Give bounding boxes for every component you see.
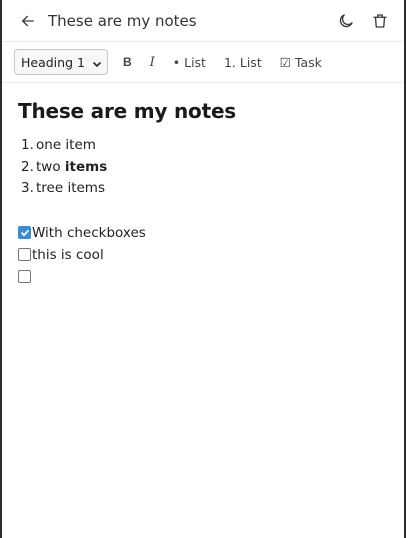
task-text[interactable]: this is cool — [32, 247, 104, 263]
block-type-select[interactable]: Heading 1 — [14, 49, 108, 75]
list-item-text: tree items — [36, 180, 105, 196]
bullet-list-button[interactable]: • List — [166, 49, 213, 75]
list-item-number: 2. — [21, 158, 34, 175]
task-checkbox[interactable] — [18, 270, 31, 283]
moon-icon — [339, 13, 353, 27]
task-list: With checkboxes this is cool — [18, 222, 388, 288]
task-checkbox[interactable] — [18, 248, 31, 261]
delete-button[interactable] — [366, 7, 394, 35]
list-item[interactable]: 2. two items — [18, 157, 388, 179]
arrow-left-icon — [22, 15, 34, 26]
italic-button[interactable]: I — [143, 49, 162, 75]
task-item: this is cool — [18, 244, 388, 266]
check-icon — [20, 229, 29, 236]
note-editor[interactable]: These are my notes 1. one item 2. two item… — [2, 83, 404, 304]
back-button[interactable] — [14, 7, 42, 35]
trash-icon — [373, 13, 387, 28]
block-type-value: Heading 1 — [21, 54, 85, 70]
header-bar: These are my notes — [2, 0, 404, 42]
task-list-button[interactable]: ☑ Task — [273, 49, 329, 75]
format-toolbar: Heading 1 B I • List 1. List ☑ Task — [2, 42, 404, 83]
task-item — [18, 266, 388, 288]
task-item: With checkboxes — [18, 222, 388, 244]
header-actions — [332, 7, 394, 35]
list-item[interactable]: 3. tree items — [18, 178, 388, 200]
list-item-text: two — [36, 158, 65, 175]
bold-button[interactable]: B — [116, 49, 139, 75]
list-item-number: 3. — [21, 180, 34, 196]
theme-toggle-button[interactable] — [332, 7, 360, 35]
app-window: These are my notes Heading 1 B I • List … — [0, 0, 406, 538]
list-item[interactable]: 1. one item — [18, 135, 388, 157]
ordered-list-button[interactable]: 1. List — [217, 49, 269, 75]
ordered-list: 1. one item 2. two items 3. tree items — [18, 135, 388, 200]
note-heading[interactable]: These are my notes — [18, 99, 388, 123]
chevron-down-icon — [92, 57, 102, 68]
list-item-text: one item — [36, 137, 96, 153]
list-item-number: 1. — [21, 137, 34, 153]
page-title: These are my notes — [48, 11, 197, 30]
task-checkbox[interactable] — [18, 226, 31, 239]
task-text[interactable]: With checkboxes — [32, 225, 146, 241]
list-item-bold-text: items — [64, 158, 108, 175]
